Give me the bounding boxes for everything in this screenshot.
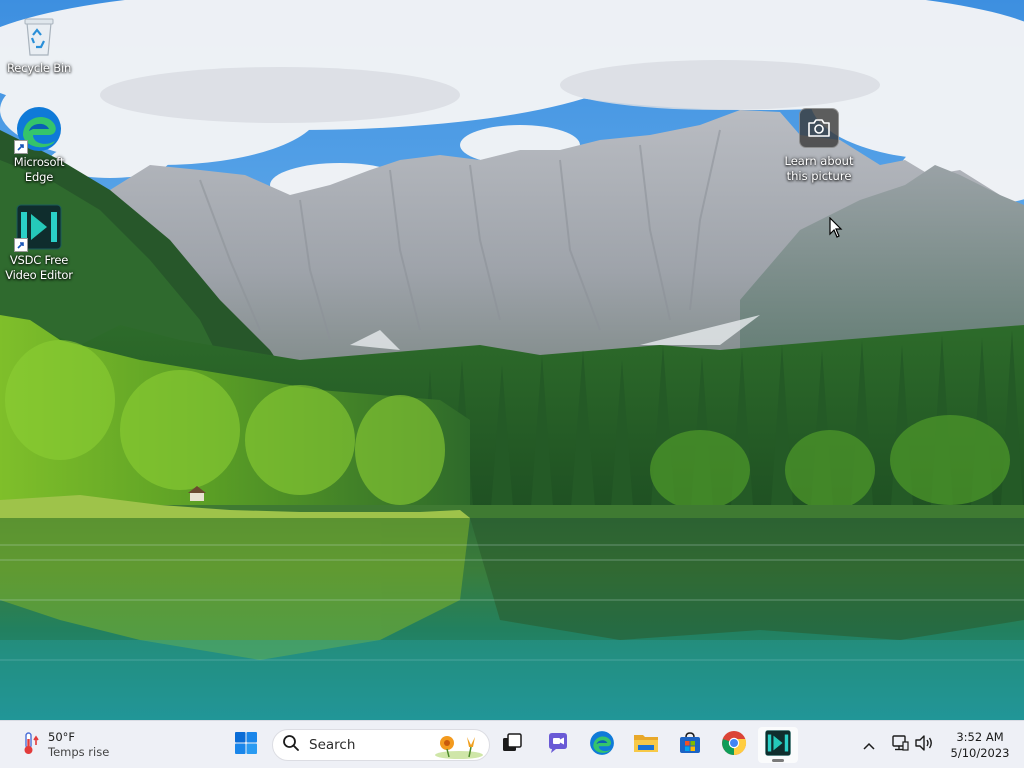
weather-widget[interactable]: 50°F Temps rise — [18, 727, 109, 763]
desktop-icon-label: Recycle Bin — [6, 61, 72, 75]
mouse-cursor-icon — [829, 216, 843, 243]
task-view-button[interactable] — [492, 727, 532, 763]
file-explorer-icon — [633, 731, 659, 759]
network-icon — [891, 734, 909, 756]
network-button[interactable] — [890, 735, 910, 755]
clock-date: 5/10/2023 — [950, 746, 1010, 760]
vsdc-icon — [14, 202, 64, 252]
desktop-icon-label: VSDC Free Video Editor — [5, 253, 73, 282]
task-view-icon — [501, 732, 523, 758]
weather-description: Temps rise — [48, 745, 110, 759]
show-hidden-icons-button[interactable] — [859, 735, 879, 755]
clock-button[interactable]: 3:52 AM 5/10/2023 — [944, 729, 1016, 761]
weather-temperature: 50°F — [48, 730, 75, 744]
camera-icon — [799, 108, 839, 148]
chrome-button[interactable] — [714, 727, 754, 763]
learn-about-picture-label: Learn about this picture — [784, 154, 854, 183]
shortcut-arrow-icon — [14, 238, 28, 252]
search-icon — [282, 734, 300, 756]
edge-icon — [14, 104, 64, 154]
taskbar-search-box[interactable]: Search — [272, 729, 490, 761]
thermometer-icon — [18, 730, 40, 760]
desktop-wallpaper — [0, 0, 1024, 720]
shortcut-arrow-icon — [14, 140, 28, 154]
desktop-icon-microsoft-edge[interactable]: Microsoft Edge — [0, 104, 78, 185]
file-explorer-button[interactable] — [626, 727, 666, 763]
clock-time: 3:52 AM — [956, 730, 1004, 744]
taskbar: 50°F Temps rise Search 3:52 AM 5/10/2023 — [0, 720, 1024, 768]
edge-icon — [589, 730, 615, 760]
running-indicator — [772, 759, 784, 762]
desktop-icon-vsdc[interactable]: VSDC Free Video Editor — [0, 202, 78, 283]
microsoft-store-button[interactable] — [670, 727, 710, 763]
edge-taskbar-button[interactable] — [582, 727, 622, 763]
vsdc-icon — [765, 730, 791, 760]
search-highlight-flowers-icon — [433, 733, 485, 763]
vsdc-taskbar-button[interactable] — [758, 727, 798, 763]
microsoft-store-icon — [678, 731, 702, 759]
desktop-icon-label: Microsoft Edge — [13, 155, 65, 184]
recycle-bin-icon — [14, 10, 64, 60]
chrome-icon — [721, 730, 747, 760]
learn-about-picture[interactable]: Learn about this picture — [780, 108, 858, 184]
search-placeholder: Search — [309, 737, 356, 753]
teams-chat-button[interactable] — [538, 727, 578, 763]
speaker-icon — [914, 734, 934, 756]
volume-button[interactable] — [914, 735, 934, 755]
chevron-up-icon — [862, 736, 876, 755]
start-icon — [234, 731, 258, 759]
teams-chat-icon — [546, 731, 570, 759]
start-button[interactable] — [226, 727, 266, 763]
desktop-icon-recycle-bin[interactable]: Recycle Bin — [0, 10, 78, 76]
